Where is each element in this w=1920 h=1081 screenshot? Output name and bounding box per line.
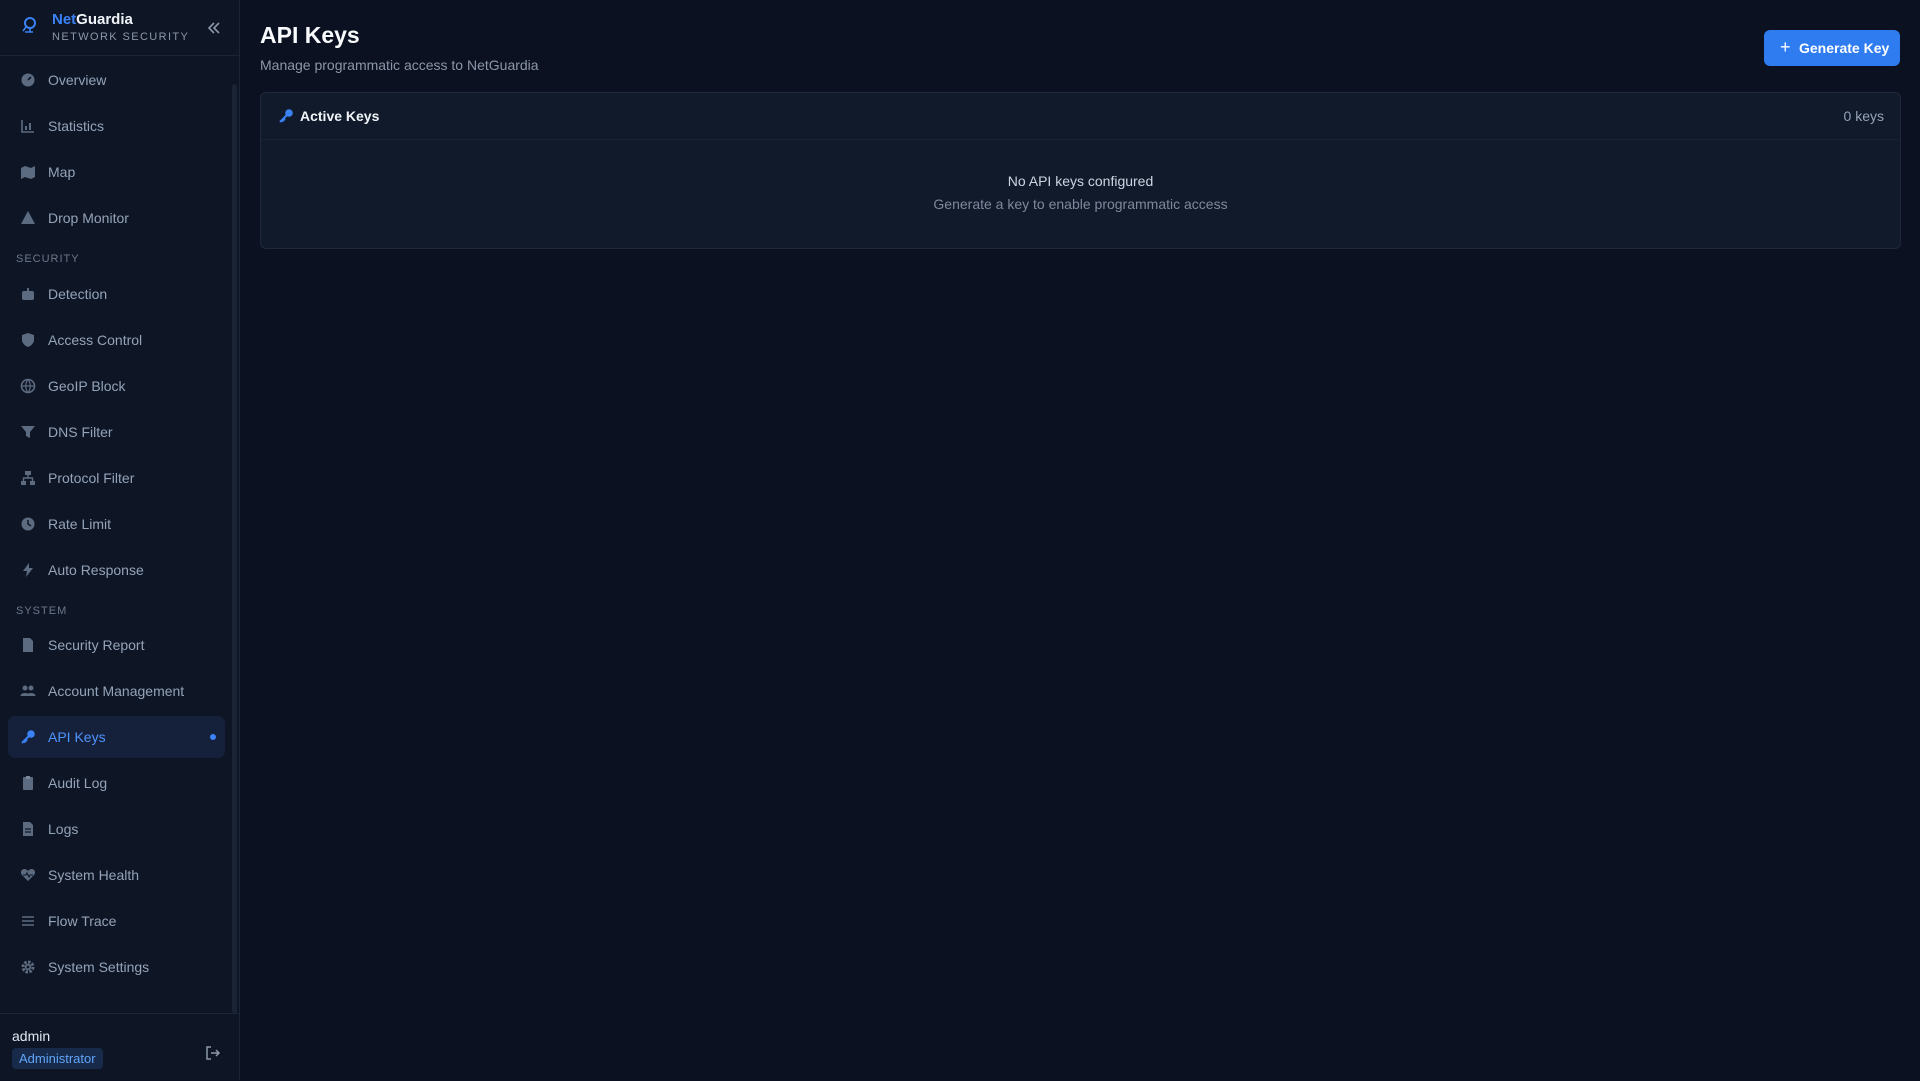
active-keys-card: Active Keys 0 keys No API keys configure… <box>260 92 1901 249</box>
sidebar-item-label: Auto Response <box>48 562 144 578</box>
sidebar-item-label: Detection <box>48 286 108 302</box>
key-icon <box>20 729 36 745</box>
collapse-sidebar-icon[interactable] <box>204 18 224 38</box>
clock-icon <box>20 516 36 532</box>
brand-name-suffix: Guardia <box>76 11 133 28</box>
sidebar-item-map[interactable]: Map <box>8 151 225 193</box>
brand-header: NetGuardia NETWORK SECURITY <box>0 0 239 56</box>
sidebar-item-label: Security Report <box>48 637 145 653</box>
sidebar-item-drop-monitor[interactable]: Drop Monitor <box>8 197 225 239</box>
sidebar-item-statistics[interactable]: Statistics <box>8 105 225 147</box>
users-icon <box>20 683 36 699</box>
sidebar-item-dns-filter[interactable]: DNS Filter <box>8 411 225 453</box>
logout-icon[interactable] <box>205 1045 221 1061</box>
sidebar-item-label: Logs <box>48 821 79 837</box>
sidebar-item-label: API Keys <box>48 729 106 745</box>
sidebar-item-rate-limit[interactable]: Rate Limit <box>8 503 225 545</box>
sidebar-item-label: Flow Trace <box>48 913 117 929</box>
brand-subtitle: NETWORK SECURITY <box>52 31 190 43</box>
sidebar: NetGuardia NETWORK SECURITY Overview Sta… <box>0 0 240 1080</box>
empty-state-title: No API keys configured <box>1007 173 1154 189</box>
generate-key-button[interactable]: + Generate Key <box>1764 30 1900 66</box>
shield-icon <box>20 332 36 348</box>
sidebar-item-label: DNS Filter <box>48 424 113 440</box>
card-header: Active Keys 0 keys <box>261 93 1900 140</box>
sidebar-item-label: Access Control <box>48 332 143 348</box>
sidebar-item-label: Overview <box>48 72 107 88</box>
brand-name: NetGuardia <box>52 11 133 28</box>
user-panel: admin Administrator <box>0 1013 239 1081</box>
filter-icon <box>20 424 36 440</box>
warning-icon <box>20 210 36 226</box>
sidebar-item-label: Map <box>48 164 76 180</box>
sidebar-item-overview[interactable]: Overview <box>8 59 225 101</box>
sidebar-item-auto-response[interactable]: Auto Response <box>8 549 225 591</box>
robot-icon <box>20 286 36 302</box>
role-badge: Administrator <box>12 1048 103 1069</box>
sidebar-item-account-management[interactable]: Account Management <box>8 670 225 712</box>
sidebar-item-label: Protocol Filter <box>48 470 135 486</box>
sidebar-item-label: Audit Log <box>48 775 108 791</box>
sidebar-item-label: GeoIP Block <box>48 378 126 394</box>
sidebar-item-flow-trace[interactable]: Flow Trace <box>8 900 225 942</box>
sidebar-item-system-health[interactable]: System Health <box>8 854 225 896</box>
brand-name-prefix: Net <box>52 11 77 28</box>
page-title: API Keys <box>260 22 360 48</box>
username: admin <box>12 1028 51 1044</box>
document-icon <box>20 637 36 653</box>
section-label-system: SYSTEM <box>16 605 68 617</box>
sidebar-item-logs[interactable]: Logs <box>8 808 225 850</box>
keys-count: 0 keys <box>1843 108 1884 124</box>
generate-key-label: Generate Key <box>1799 40 1890 56</box>
sidebar-item-protocol-filter[interactable]: Protocol Filter <box>8 457 225 499</box>
sidebar-item-label: Statistics <box>48 118 105 134</box>
sidebar-item-audit-log[interactable]: Audit Log <box>8 762 225 804</box>
sidebar-scrollbar[interactable] <box>232 84 237 1014</box>
key-icon <box>278 108 294 124</box>
active-indicator <box>210 734 216 740</box>
card-title: Active Keys <box>300 108 380 124</box>
sidebar-item-system-settings[interactable]: System Settings <box>8 946 225 988</box>
bolt-icon <box>20 562 36 578</box>
sidebar-item-api-keys[interactable]: API Keys <box>8 716 225 758</box>
plus-icon: + <box>1780 37 1791 57</box>
chart-icon <box>20 118 36 134</box>
sidebar-item-label: System Health <box>48 867 140 883</box>
sidebar-item-geoip-block[interactable]: GeoIP Block <box>8 365 225 407</box>
sidebar-item-label: Account Management <box>48 683 185 699</box>
sidebar-item-label: System Settings <box>48 959 150 975</box>
page-subtitle: Manage programmatic access to NetGuardia <box>260 57 539 73</box>
heart-pulse-icon <box>20 867 36 883</box>
sidebar-item-detection[interactable]: Detection <box>8 273 225 315</box>
gauge-icon <box>20 72 36 88</box>
section-label-security: SECURITY <box>16 253 80 265</box>
sidebar-item-label: Drop Monitor <box>48 210 129 226</box>
map-icon <box>20 164 36 180</box>
sidebar-item-label: Rate Limit <box>48 516 112 532</box>
sidebar-item-security-report[interactable]: Security Report <box>8 624 225 666</box>
file-icon <box>20 821 36 837</box>
list-icon <box>20 913 36 929</box>
sidebar-item-access-control[interactable]: Access Control <box>8 319 225 361</box>
logo-icon <box>20 16 38 34</box>
gear-icon <box>20 959 36 975</box>
sitemap-icon <box>20 470 36 486</box>
clipboard-icon <box>20 775 36 791</box>
empty-state-subtitle: Generate a key to enable programmatic ac… <box>933 196 1228 212</box>
globe-icon <box>20 378 36 394</box>
